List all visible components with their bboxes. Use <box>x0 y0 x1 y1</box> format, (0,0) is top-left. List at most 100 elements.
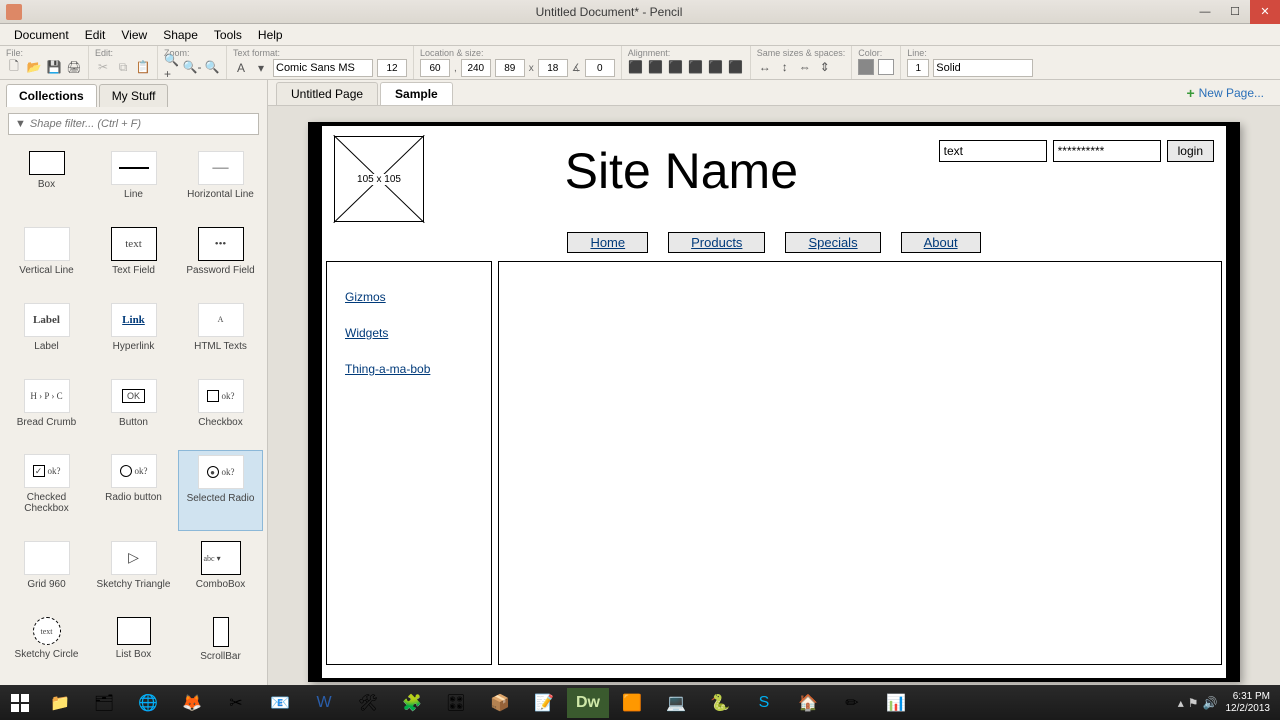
start-button[interactable] <box>2 689 38 717</box>
font-select[interactable] <box>273 59 373 77</box>
stroke-color[interactable] <box>858 59 874 75</box>
taskbar-app5[interactable]: 🟧 <box>611 688 653 718</box>
nav-about[interactable]: About <box>901 232 981 253</box>
shape-tri[interactable]: Sketchy Triangle <box>91 537 176 607</box>
tray-up-icon[interactable]: ▴ <box>1178 697 1184 709</box>
taskbar-notes[interactable]: 📝 <box>523 688 565 718</box>
side-link-widgets[interactable]: Widgets <box>345 326 473 340</box>
same-h-icon[interactable]: ↕ <box>777 59 793 75</box>
tab-collections[interactable]: Collections <box>6 84 97 107</box>
font-size[interactable] <box>377 59 407 77</box>
line-style[interactable] <box>933 59 1033 77</box>
page-tab-untitled[interactable]: Untitled Page <box>276 82 378 105</box>
menu-view[interactable]: View <box>113 26 155 44</box>
line-width[interactable] <box>907 59 929 77</box>
site-title[interactable]: Site Name <box>436 136 927 200</box>
h-input[interactable] <box>538 59 568 77</box>
fill-color[interactable] <box>878 59 894 75</box>
clock-date[interactable]: 12/2/2013 <box>1226 703 1271 715</box>
menu-shape[interactable]: Shape <box>155 26 206 44</box>
print-icon[interactable]: 🖨 <box>66 59 82 75</box>
shape-sb[interactable]: ScrollBar <box>178 613 263 679</box>
tray-flag-icon[interactable]: ⚑ <box>1188 697 1199 709</box>
cut-icon[interactable]: ✂ <box>95 59 111 75</box>
shape-cb[interactable]: ok?Checkbox <box>178 375 263 445</box>
shape-combo[interactable]: abc ▾ComboBox <box>178 537 263 607</box>
y-input[interactable] <box>461 59 491 77</box>
shape-rb[interactable]: ok?Radio button <box>91 450 176 531</box>
side-link-gizmos[interactable]: Gizmos <box>345 290 473 304</box>
paste-icon[interactable]: 📋 <box>135 59 151 75</box>
taskbar-folders[interactable]: 🗂 <box>83 688 125 718</box>
align-right-icon[interactable]: ⬛ <box>668 59 684 75</box>
shape-srb[interactable]: ok?Selected Radio <box>178 450 263 531</box>
taskbar-pencil[interactable]: ✏ <box>831 688 873 718</box>
new-icon[interactable]: 🗋 <box>6 59 22 75</box>
w-input[interactable] <box>495 59 525 77</box>
shape-circ[interactable]: textSketchy Circle <box>4 613 89 679</box>
taskbar-app6[interactable]: 💻 <box>655 688 697 718</box>
minimize-button[interactable]: — <box>1190 0 1220 24</box>
shape-tf[interactable]: textText Field <box>91 223 176 293</box>
taskbar-firefox[interactable]: 🦊 <box>171 688 213 718</box>
r-input[interactable] <box>585 59 615 77</box>
align-mid-icon[interactable]: ⬛ <box>708 59 724 75</box>
align-center-icon[interactable]: ⬛ <box>648 59 664 75</box>
shape-bc[interactable]: H › P › CBread Crumb <box>4 375 89 445</box>
text-color-icon[interactable]: A <box>233 60 249 76</box>
taskbar-skype[interactable]: S <box>743 688 785 718</box>
dist-v-icon[interactable]: ⇕ <box>817 59 833 75</box>
clock-time[interactable]: 6:31 PM <box>1226 691 1271 703</box>
align-top-icon[interactable]: ⬛ <box>688 59 704 75</box>
shape-html[interactable]: AHTML Texts <box>178 299 263 369</box>
menu-edit[interactable]: Edit <box>77 26 114 44</box>
side-link-thing[interactable]: Thing-a-ma-bob <box>345 362 473 376</box>
taskbar-app1[interactable]: 🛠 <box>347 688 389 718</box>
taskbar-outlook[interactable]: 📧 <box>259 688 301 718</box>
zoom-out-icon[interactable]: 🔍- <box>184 59 200 75</box>
taskbar-app8[interactable]: 🏠 <box>787 688 829 718</box>
shape-vline[interactable]: Vertical Line <box>4 223 89 293</box>
taskbar-word[interactable]: W <box>303 688 345 718</box>
shape-btn[interactable]: OKButton <box>91 375 176 445</box>
same-w-icon[interactable]: ↔ <box>757 59 773 75</box>
canvas[interactable]: 105 x 105 Site Name login Home Products … <box>268 106 1280 685</box>
taskbar-app4[interactable]: 📦 <box>479 688 521 718</box>
nav-products[interactable]: Products <box>668 232 765 253</box>
taskbar-app3[interactable]: 🎛 <box>435 688 477 718</box>
nav-specials[interactable]: Specials <box>785 232 880 253</box>
shape-lb[interactable]: List Box <box>91 613 176 679</box>
maximize-button[interactable]: ☐ <box>1220 0 1250 24</box>
taskbar-snip[interactable]: ✂ <box>215 688 257 718</box>
dist-h-icon[interactable]: ⇔ <box>797 59 813 75</box>
shape-box[interactable]: Box <box>4 147 89 217</box>
shape-grid[interactable]: Grid 960 <box>4 537 89 607</box>
filter-input[interactable] <box>30 118 252 130</box>
shape-pw[interactable]: •••Password Field <box>178 223 263 293</box>
x-input[interactable] <box>420 59 450 77</box>
chevron-down-icon[interactable]: ▾ <box>253 60 269 76</box>
login-user[interactable] <box>939 140 1047 162</box>
nav-home[interactable]: Home <box>567 232 648 253</box>
open-icon[interactable]: 📂 <box>26 59 42 75</box>
taskbar-explorer[interactable]: 📁 <box>39 688 81 718</box>
page-tab-sample[interactable]: Sample <box>380 82 453 105</box>
close-button[interactable]: ✕ <box>1250 0 1280 24</box>
align-left-icon[interactable]: ⬛ <box>628 59 644 75</box>
login-pass[interactable] <box>1053 140 1161 162</box>
tray-net-icon[interactable]: 🔊 <box>1203 697 1218 709</box>
zoom-fit-icon[interactable]: 🔍 <box>204 59 220 75</box>
menu-tools[interactable]: Tools <box>206 26 250 44</box>
taskbar-app2[interactable]: 🧩 <box>391 688 433 718</box>
menu-help[interactable]: Help <box>250 26 291 44</box>
zoom-in-icon[interactable]: 🔍+ <box>164 59 180 75</box>
image-placeholder[interactable]: 105 x 105 <box>334 136 424 222</box>
login-button[interactable]: login <box>1167 140 1214 162</box>
taskbar-dw[interactable]: Dw <box>567 688 609 718</box>
filter-box[interactable]: ▼ <box>8 113 259 135</box>
mock-sidebar[interactable]: Gizmos Widgets Thing-a-ma-bob <box>326 261 492 665</box>
menu-document[interactable]: Document <box>6 26 77 44</box>
shape-ccb[interactable]: ok?Checked Checkbox <box>4 450 89 531</box>
taskbar-app9[interactable]: 📊 <box>875 688 917 718</box>
tab-mystuff[interactable]: My Stuff <box>99 84 169 107</box>
